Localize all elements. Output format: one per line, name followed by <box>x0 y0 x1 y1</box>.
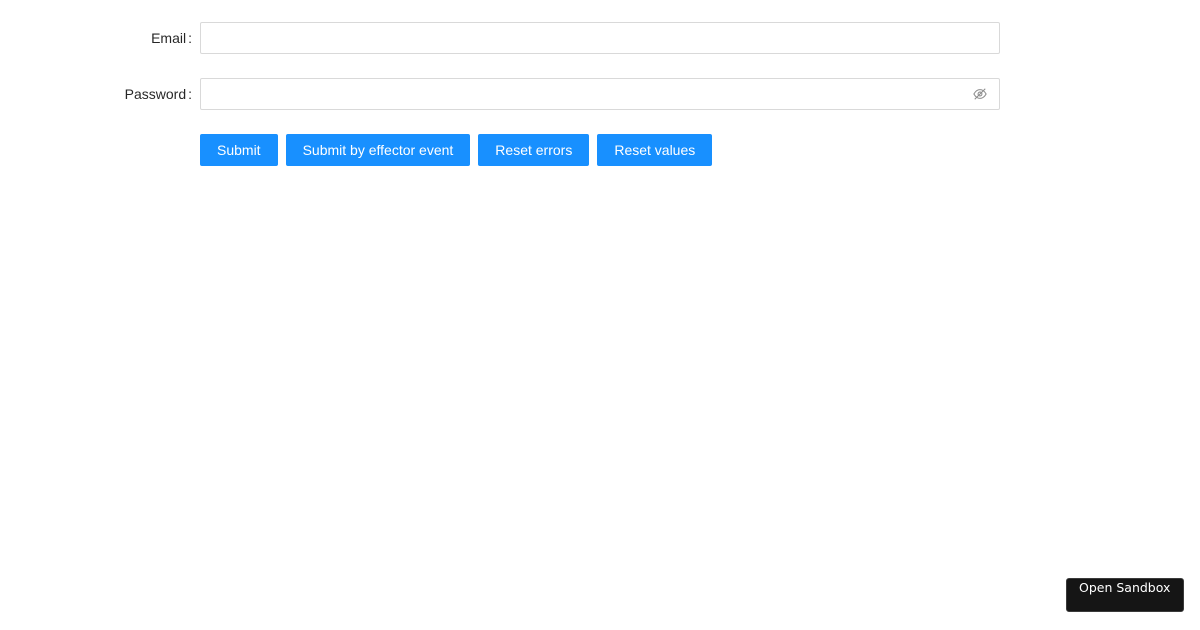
eye-invisible-icon[interactable] <box>972 86 988 102</box>
email-form-item: Email : <box>0 22 1000 54</box>
email-field-wrapper[interactable] <box>200 22 1000 54</box>
reset-errors-button[interactable]: Reset errors <box>478 134 590 166</box>
password-field[interactable] <box>212 79 972 109</box>
password-label-container: Password : <box>0 86 200 102</box>
open-sandbox-button[interactable]: Open Sandbox <box>1066 578 1184 612</box>
password-field-wrapper[interactable] <box>200 78 1000 110</box>
reset-values-button[interactable]: Reset values <box>597 134 713 166</box>
password-form-item: Password : <box>0 78 1000 110</box>
email-field[interactable] <box>212 23 988 53</box>
page: Email : Password : Submit Submit by effe… <box>0 0 1200 630</box>
password-label-colon: : <box>188 86 192 102</box>
submit-button[interactable]: Submit <box>200 134 278 166</box>
password-label: Password <box>124 86 187 102</box>
form-actions: Submit Submit by effector event Reset er… <box>200 134 713 166</box>
submit-by-effector-event-button[interactable]: Submit by effector event <box>285 134 471 166</box>
email-label: Email <box>151 30 187 46</box>
email-label-container: Email : <box>0 30 200 46</box>
email-label-colon: : <box>188 30 192 46</box>
